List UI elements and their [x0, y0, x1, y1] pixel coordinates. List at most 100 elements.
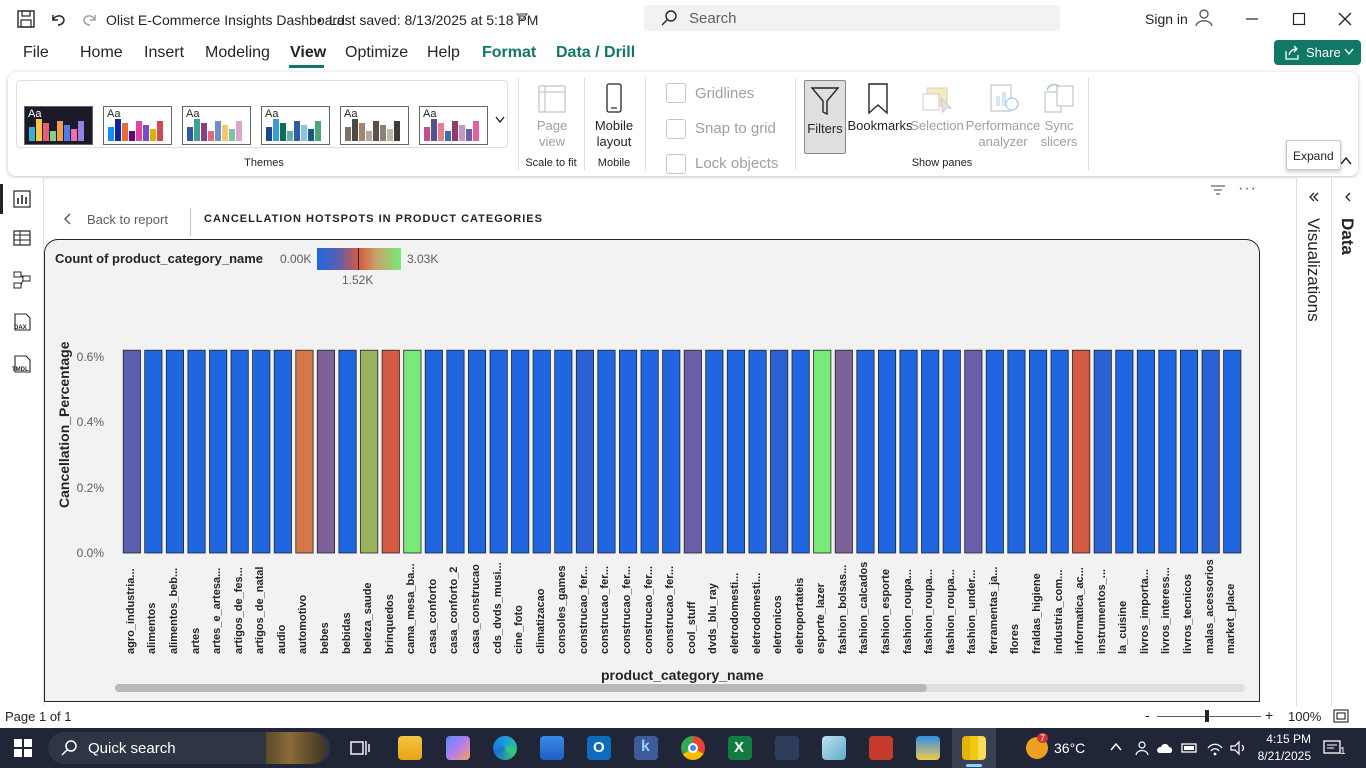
data-pane-collapsed[interactable]: Data	[1332, 178, 1366, 706]
zoom-slider-track[interactable]	[1157, 716, 1261, 717]
bar-40[interactable]	[985, 349, 1004, 554]
bar-48[interactable]	[1158, 349, 1177, 554]
snipping-tool-icon[interactable]	[869, 736, 893, 760]
menu-file[interactable]: File	[23, 44, 49, 62]
bar-28[interactable]	[726, 349, 745, 554]
bar-47[interactable]	[1136, 349, 1156, 554]
bar-chart-visual[interactable]: Count of product_category_name 0.00K 3.0…	[44, 239, 1260, 702]
clock-time[interactable]: 4:15 PM	[1261, 732, 1311, 746]
bar-32[interactable]	[813, 349, 832, 554]
bar-39[interactable]	[964, 349, 983, 554]
bar-13[interactable]	[403, 349, 422, 554]
bar-15[interactable]	[446, 349, 465, 554]
bar-17[interactable]	[489, 349, 508, 554]
bar-42[interactable]	[1029, 349, 1048, 554]
bar-20[interactable]	[554, 349, 573, 554]
minimize-icon[interactable]	[1245, 12, 1259, 26]
filters-button[interactable]: Filters	[804, 80, 846, 154]
bar-38[interactable]	[942, 349, 961, 554]
bar-4[interactable]	[209, 349, 228, 554]
save-icon[interactable]	[16, 9, 36, 29]
bar-14[interactable]	[424, 349, 443, 554]
model-view-icon[interactable]	[12, 270, 32, 290]
bar-3[interactable]	[187, 349, 206, 554]
bar-24[interactable]	[640, 349, 659, 554]
table-view-icon[interactable]	[12, 228, 32, 248]
user-avatar-icon[interactable]	[1194, 8, 1214, 28]
copilot-icon[interactable]	[446, 736, 470, 760]
sign-in-link[interactable]: Sign in	[1145, 11, 1188, 27]
bar-8[interactable]	[295, 349, 314, 554]
menu-modeling[interactable]: Modeling	[205, 44, 270, 62]
bar-25[interactable]	[662, 349, 681, 554]
microsoft-store-icon[interactable]	[540, 736, 564, 760]
bar-2[interactable]	[165, 349, 185, 554]
mysql-workbench-icon[interactable]	[775, 736, 799, 760]
visualizations-pane-collapsed[interactable]: Visualizations	[1296, 178, 1332, 706]
onedrive-cloud-icon[interactable]	[1156, 741, 1174, 755]
mobile-layout-button[interactable]: Mobile layout	[590, 118, 638, 150]
bar-44[interactable]	[1072, 349, 1091, 554]
close-icon[interactable]	[1338, 12, 1352, 26]
bar-46[interactable]	[1115, 349, 1134, 554]
maximize-icon[interactable]	[1292, 12, 1306, 26]
back-chevron-icon[interactable]	[62, 212, 72, 226]
menu-help[interactable]: Help	[427, 44, 460, 62]
bar-35[interactable]	[878, 349, 897, 554]
bar-22[interactable]	[597, 349, 616, 554]
search-box[interactable]: Search	[644, 5, 1060, 31]
wifi-icon[interactable]	[1206, 740, 1224, 756]
bar-16[interactable]	[467, 349, 487, 554]
document-title[interactable]: Olist E-Commerce Insights Dashboard	[106, 12, 345, 28]
menu-data-drill[interactable]: Data / Drill	[556, 44, 635, 62]
battery-icon[interactable]	[1181, 741, 1199, 755]
bar-1[interactable]	[144, 349, 163, 554]
bar-23[interactable]	[619, 349, 638, 554]
zoom-out-button[interactable]: -	[1145, 707, 1150, 723]
theme-swatch-dark[interactable]: Aa	[24, 106, 93, 145]
menu-optimize[interactable]: Optimize	[345, 44, 408, 62]
kaggle-icon[interactable]: k	[634, 736, 658, 760]
horizontal-scrollbar-thumb[interactable]	[115, 684, 927, 692]
bar-45[interactable]	[1093, 349, 1112, 554]
menu-view[interactable]: View	[290, 44, 326, 62]
bar-9[interactable]	[316, 349, 335, 554]
bar-41[interactable]	[1007, 349, 1026, 554]
bar-7[interactable]	[273, 349, 292, 554]
bar-49[interactable]	[1180, 349, 1199, 554]
bar-12[interactable]	[381, 349, 400, 554]
horizontal-scrollbar-track[interactable]	[115, 684, 1245, 692]
theme-swatch-bloom[interactable]: Aa	[419, 106, 488, 145]
undo-icon[interactable]	[48, 9, 68, 29]
zoom-in-button[interactable]: +	[1265, 707, 1273, 723]
bar-43[interactable]	[1050, 349, 1069, 554]
redo-icon[interactable]	[80, 9, 100, 29]
bar-36[interactable]	[899, 349, 918, 554]
bar-0[interactable]	[122, 349, 141, 554]
themes-chevron-down-icon[interactable]	[495, 116, 505, 124]
visual-filter-icon[interactable]	[1210, 183, 1226, 197]
expand-pane-chevron-icon[interactable]	[1343, 192, 1355, 202]
theme-swatch-default[interactable]: Aa	[103, 106, 172, 145]
menu-format[interactable]: Format	[482, 44, 536, 62]
quick-search-box[interactable]: Quick search	[48, 732, 330, 764]
more-options-icon[interactable]: ···	[1238, 180, 1257, 198]
power-bi-doc-icon[interactable]	[916, 736, 940, 760]
bar-27[interactable]	[705, 349, 724, 554]
task-view-icon[interactable]	[350, 739, 370, 757]
show-hidden-icons-chevron[interactable]	[1110, 742, 1122, 752]
collapse-ribbon-icon[interactable]	[1340, 156, 1352, 166]
share-button[interactable]: Share	[1274, 40, 1361, 65]
edge-browser-icon[interactable]	[493, 736, 517, 760]
notes-app-icon[interactable]	[822, 736, 846, 760]
clock-date[interactable]: 8/21/2025	[1250, 749, 1311, 763]
bar-10[interactable]	[338, 349, 357, 554]
theme-swatch-innovate[interactable]: Aa	[340, 106, 409, 145]
chevron-down-icon[interactable]	[1344, 48, 1354, 56]
fit-to-page-icon[interactable]	[1333, 709, 1349, 723]
chevron-down-icon[interactable]	[516, 12, 528, 22]
power-bi-icon[interactable]	[962, 736, 986, 760]
bar-34[interactable]	[856, 349, 875, 554]
bar-30[interactable]	[770, 349, 789, 554]
back-to-report-link[interactable]: Back to report	[87, 212, 168, 227]
